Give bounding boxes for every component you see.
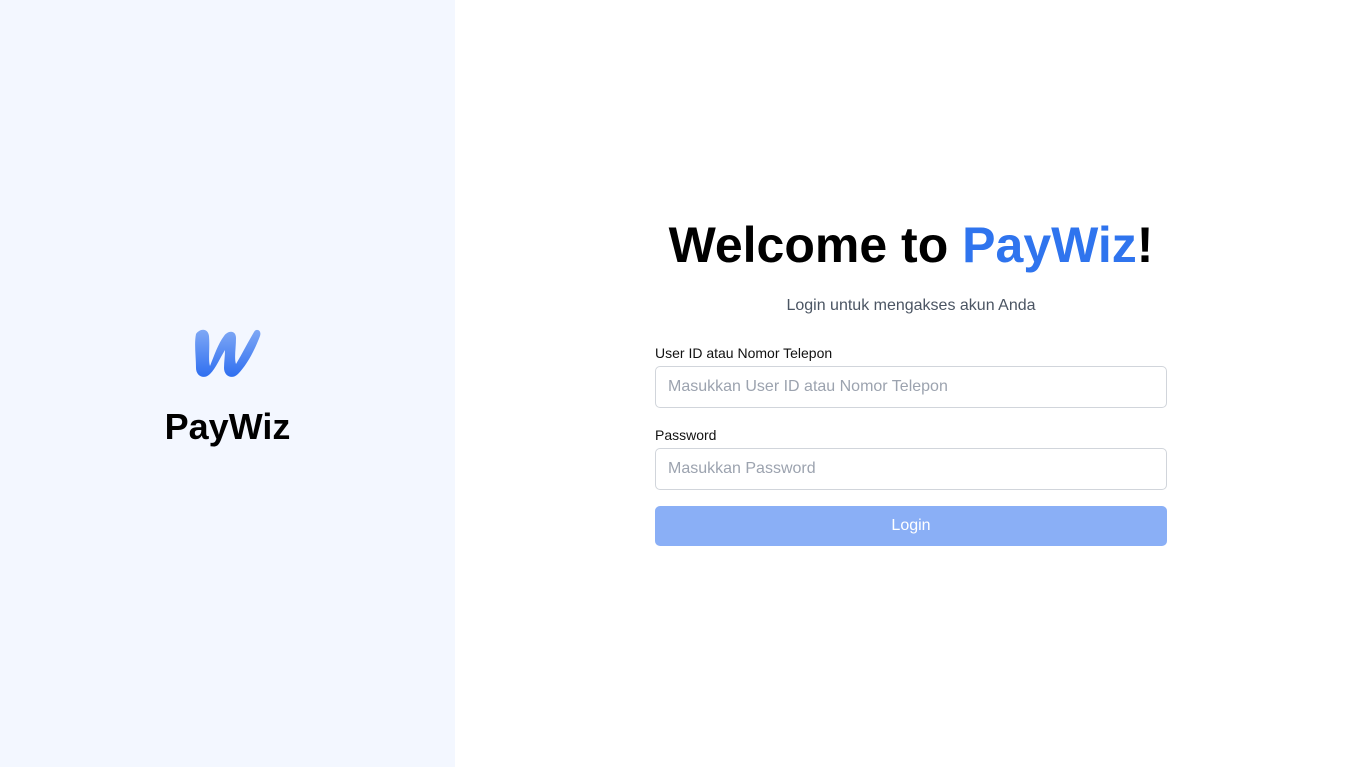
brand-panel: PayWiz: [0, 0, 455, 767]
password-label: Password: [655, 427, 717, 443]
user-id-label: User ID atau Nomor Telepon: [655, 345, 833, 361]
welcome-suffix: !: [1136, 217, 1154, 273]
welcome-prefix: Welcome to: [668, 217, 963, 273]
welcome-brand: PayWiz: [962, 217, 1137, 273]
login-page: PayWiz Welcome to PayWiz! Login untuk me…: [0, 0, 1365, 767]
login-form-panel: Welcome to PayWiz! Login untuk mengakses…: [455, 0, 1365, 767]
login-subtitle: Login untuk mengakses akun Anda: [786, 297, 1036, 314]
user-id-input[interactable]: [655, 366, 1167, 408]
welcome-heading: Welcome to PayWiz!: [655, 216, 1167, 274]
password-input[interactable]: [655, 448, 1167, 490]
paywiz-logo-icon: [195, 329, 261, 377]
brand-name: PayWiz: [164, 406, 291, 447]
login-button[interactable]: Login: [655, 506, 1167, 546]
